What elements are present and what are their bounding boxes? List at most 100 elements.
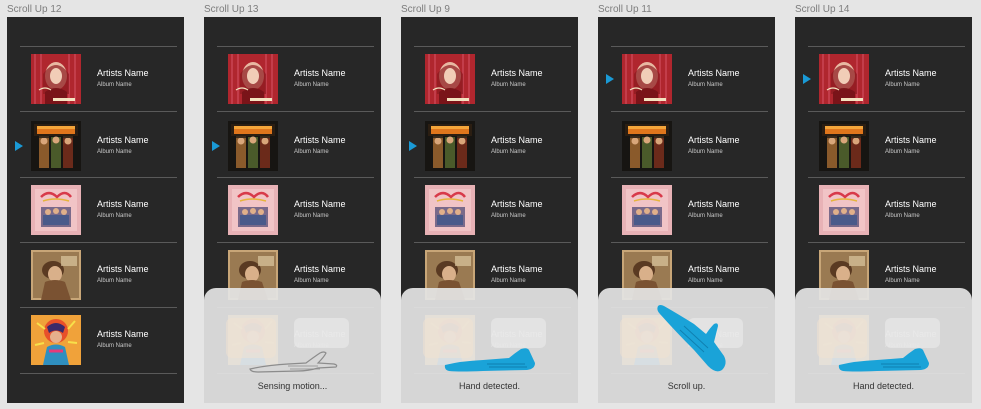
album-art-red [31,54,81,104]
track-row[interactable]: Artists Name Album Name [598,54,775,104]
track-row[interactable]: Artists Name Album Name [795,54,972,104]
track-row[interactable]: Artists Name Album Name [7,185,184,235]
artist-name: Artists Name [294,135,346,145]
artist-name: Artists Name [294,264,346,274]
album-name: Album Name [294,278,329,284]
album-name: Album Name [688,213,723,219]
artist-name: Artists Name [97,68,149,78]
gesture-overlay: Scroll up. [598,288,775,403]
track-row[interactable]: Artists Name Album Name [7,250,184,300]
player-screen: Artists Name Album Name Artists Name Album … [204,17,381,403]
gesture-overlay: Hand detected. [795,288,972,403]
artist-name: Artists Name [688,68,740,78]
divider [611,111,768,112]
now-playing-icon [803,74,811,84]
artist-name: Artists Name [294,68,346,78]
divider [808,177,965,178]
hand-flat-icon [443,345,538,378]
album-art-red [425,54,475,104]
artist-name: Artists Name [491,264,543,274]
artist-name: Artists Name [885,68,937,78]
divider [217,111,374,112]
player-screen: Artists Name Album Name Artists Name Album … [598,17,775,403]
divider [414,242,571,243]
artist-name: Artists Name [294,199,346,209]
album-name: Album Name [885,213,920,219]
album-name: Album Name [491,149,526,155]
album-art-midland [622,121,672,171]
track-row[interactable]: Artists Name Album Name [204,185,381,235]
gesture-status: Sensing motion... [257,381,328,391]
now-playing-icon [606,74,614,84]
artboard: Scroll Up 14 Artists Name Album Name Artist… [795,0,972,409]
track-row[interactable]: Artists Name Album Name [401,121,578,171]
artboard: Scroll Up 11 Artists Name Album Name Artist… [598,0,775,409]
album-art-brown [31,250,81,300]
artist-name: Artists Name [688,135,740,145]
artboard-title: Scroll Up 14 [795,4,850,15]
artboard-title: Scroll Up 9 [401,4,450,15]
album-name: Album Name [688,82,723,88]
album-art-red [228,54,278,104]
hand-outline-icon [248,345,340,380]
track-row[interactable]: Artists Name Album Name [795,121,972,171]
divider [20,177,177,178]
track-row[interactable]: Artists Name Album Name [401,185,578,235]
artist-name: Artists Name [97,199,149,209]
track-row[interactable]: Artists Name Album Name [795,185,972,235]
player-screen: Artists Name Album Name Artists Name Album … [7,17,184,403]
album-name: Album Name [294,82,329,88]
now-playing-icon [409,141,417,151]
track-row[interactable]: Artists Name Album Name [7,121,184,171]
artboard: Scroll Up 13 Artists Name Album Name Artist… [204,0,381,409]
divider [20,373,177,374]
hand-flat-icon [837,345,932,378]
album-art-pink [819,185,869,235]
album-art-midland [31,121,81,171]
artboard-title: Scroll Up 11 [598,4,652,15]
track-row[interactable]: Artists Name Album Name [7,315,184,365]
artist-name: Artists Name [688,199,740,209]
gesture-status: Hand detected. [458,381,521,391]
album-name: Album Name [97,278,132,284]
artist-name: Artists Name [97,135,149,145]
track-row[interactable]: Artists Name Album Name [204,54,381,104]
album-name: Album Name [294,213,329,219]
artboard: Scroll Up 9 Artists Name Album Name Artists… [401,0,578,409]
gesture-overlay: Sensing motion... [204,288,381,403]
hand-raised-icon [656,304,732,379]
album-art-pink [622,185,672,235]
album-name: Album Name [97,149,132,155]
now-playing-icon [15,141,23,151]
divider [611,177,768,178]
artist-name: Artists Name [491,199,543,209]
track-row[interactable]: Artists Name Album Name [598,121,775,171]
album-art-colorful [31,315,81,365]
album-name: Album Name [491,82,526,88]
divider [808,46,965,47]
track-row[interactable]: Artists Name Album Name [7,54,184,104]
album-name: Album Name [97,213,132,219]
divider [611,242,768,243]
track-row[interactable]: Artists Name Album Name [204,121,381,171]
album-art-midland [425,121,475,171]
track-row[interactable]: Artists Name Album Name [401,54,578,104]
album-name: Album Name [491,213,526,219]
artist-name: Artists Name [491,68,543,78]
blurred-text [294,318,349,348]
divider [414,111,571,112]
divider [414,46,571,47]
divider [611,46,768,47]
gesture-status: Scroll up. [667,381,706,391]
artist-name: Artists Name [885,264,937,274]
artist-name: Artists Name [97,264,149,274]
track-row[interactable]: Artists Name Album Name [598,185,775,235]
player-screen: Artists Name Album Name Artists Name Album … [795,17,972,403]
album-name: Album Name [885,82,920,88]
album-art-midland [819,121,869,171]
gesture-status: Hand detected. [852,381,915,391]
divider [217,177,374,178]
album-art-pink [228,185,278,235]
album-name: Album Name [97,82,132,88]
album-art-red [819,54,869,104]
